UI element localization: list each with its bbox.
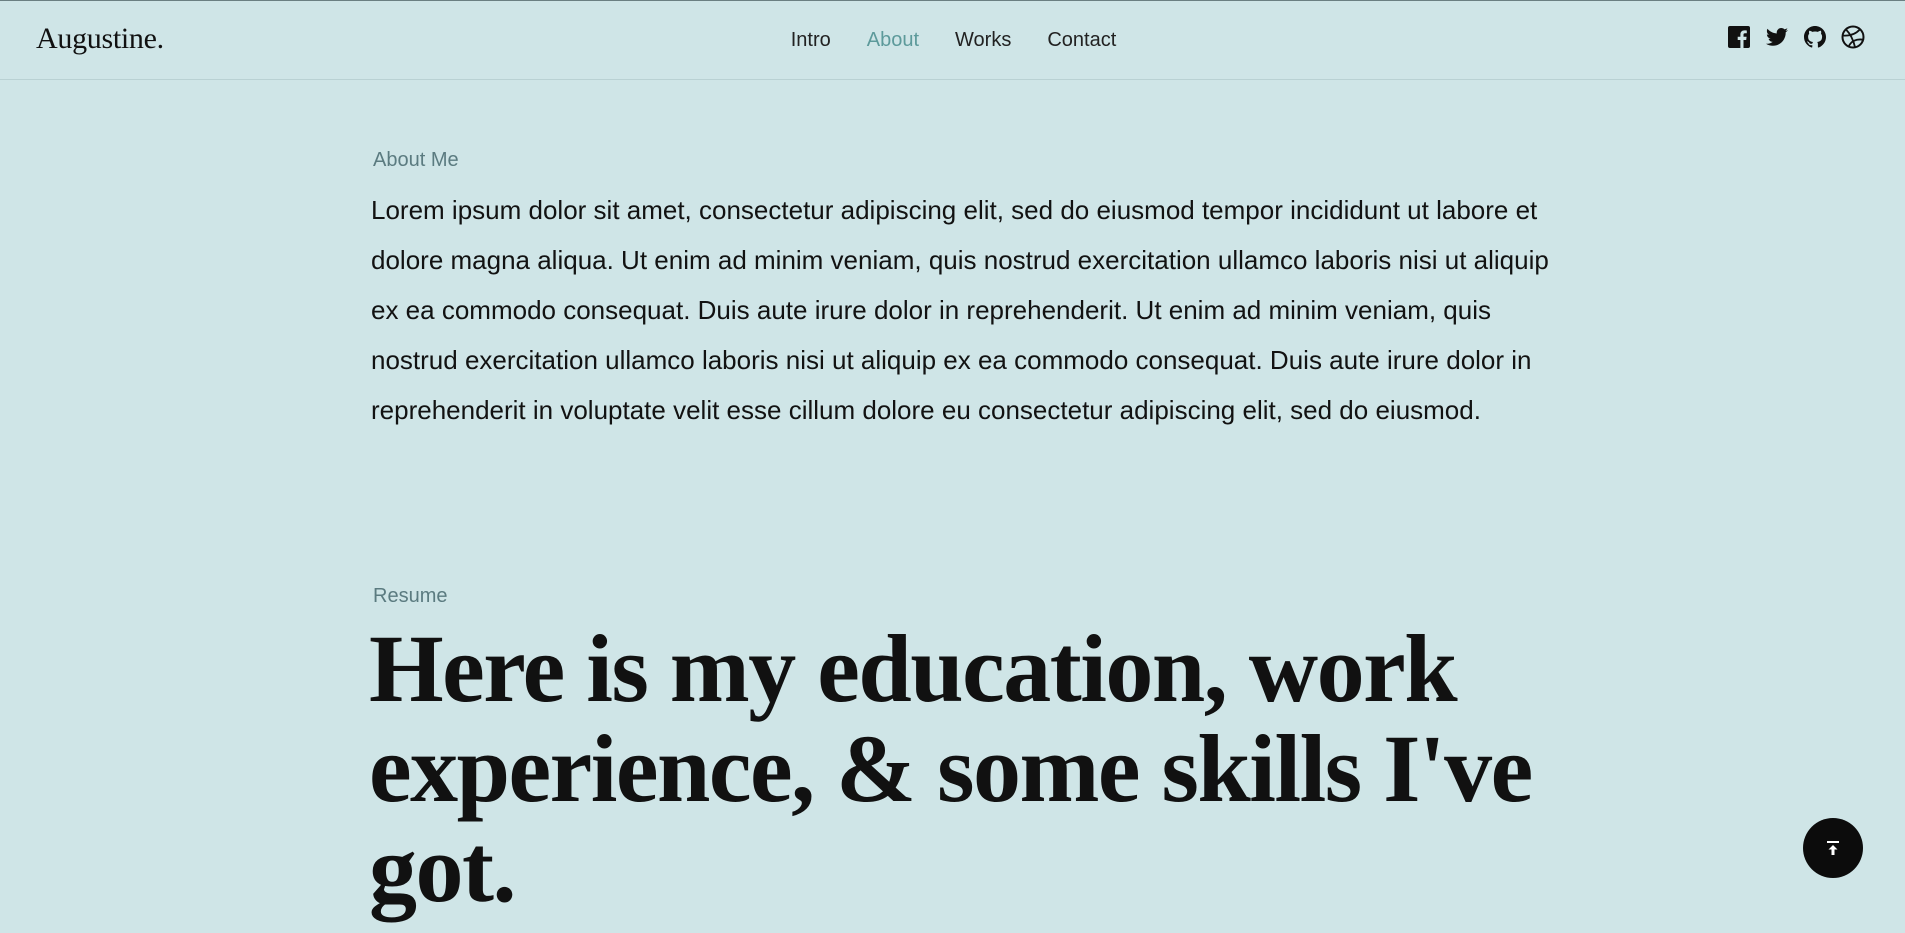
site-header: Augustine. Intro About Works Contact [0,1,1905,80]
dribbble-icon[interactable] [1841,25,1865,49]
github-icon[interactable] [1803,25,1827,49]
nav-item-contact[interactable]: Contact [1047,29,1116,52]
resume-heading: Here is my education, work experience, &… [369,615,1533,922]
twitter-icon[interactable] [1765,25,1789,49]
resume-section-label: Resume [373,585,448,607]
site-logo[interactable]: Augustine. [36,22,164,56]
about-section-label: About Me [373,149,459,171]
nav-item-about[interactable]: About [867,29,919,52]
about-paragraph: Lorem ipsum dolor sit amet, consectetur … [371,195,1549,425]
nav-item-works[interactable]: Works [955,29,1011,52]
main-nav: Intro About Works Contact [0,1,1905,80]
facebook-icon[interactable] [1727,25,1751,49]
nav-item-intro[interactable]: Intro [791,29,831,52]
social-links [1727,25,1865,49]
scroll-to-top-button[interactable] [1803,818,1863,878]
arrow-up-to-top-icon [1827,841,1839,855]
